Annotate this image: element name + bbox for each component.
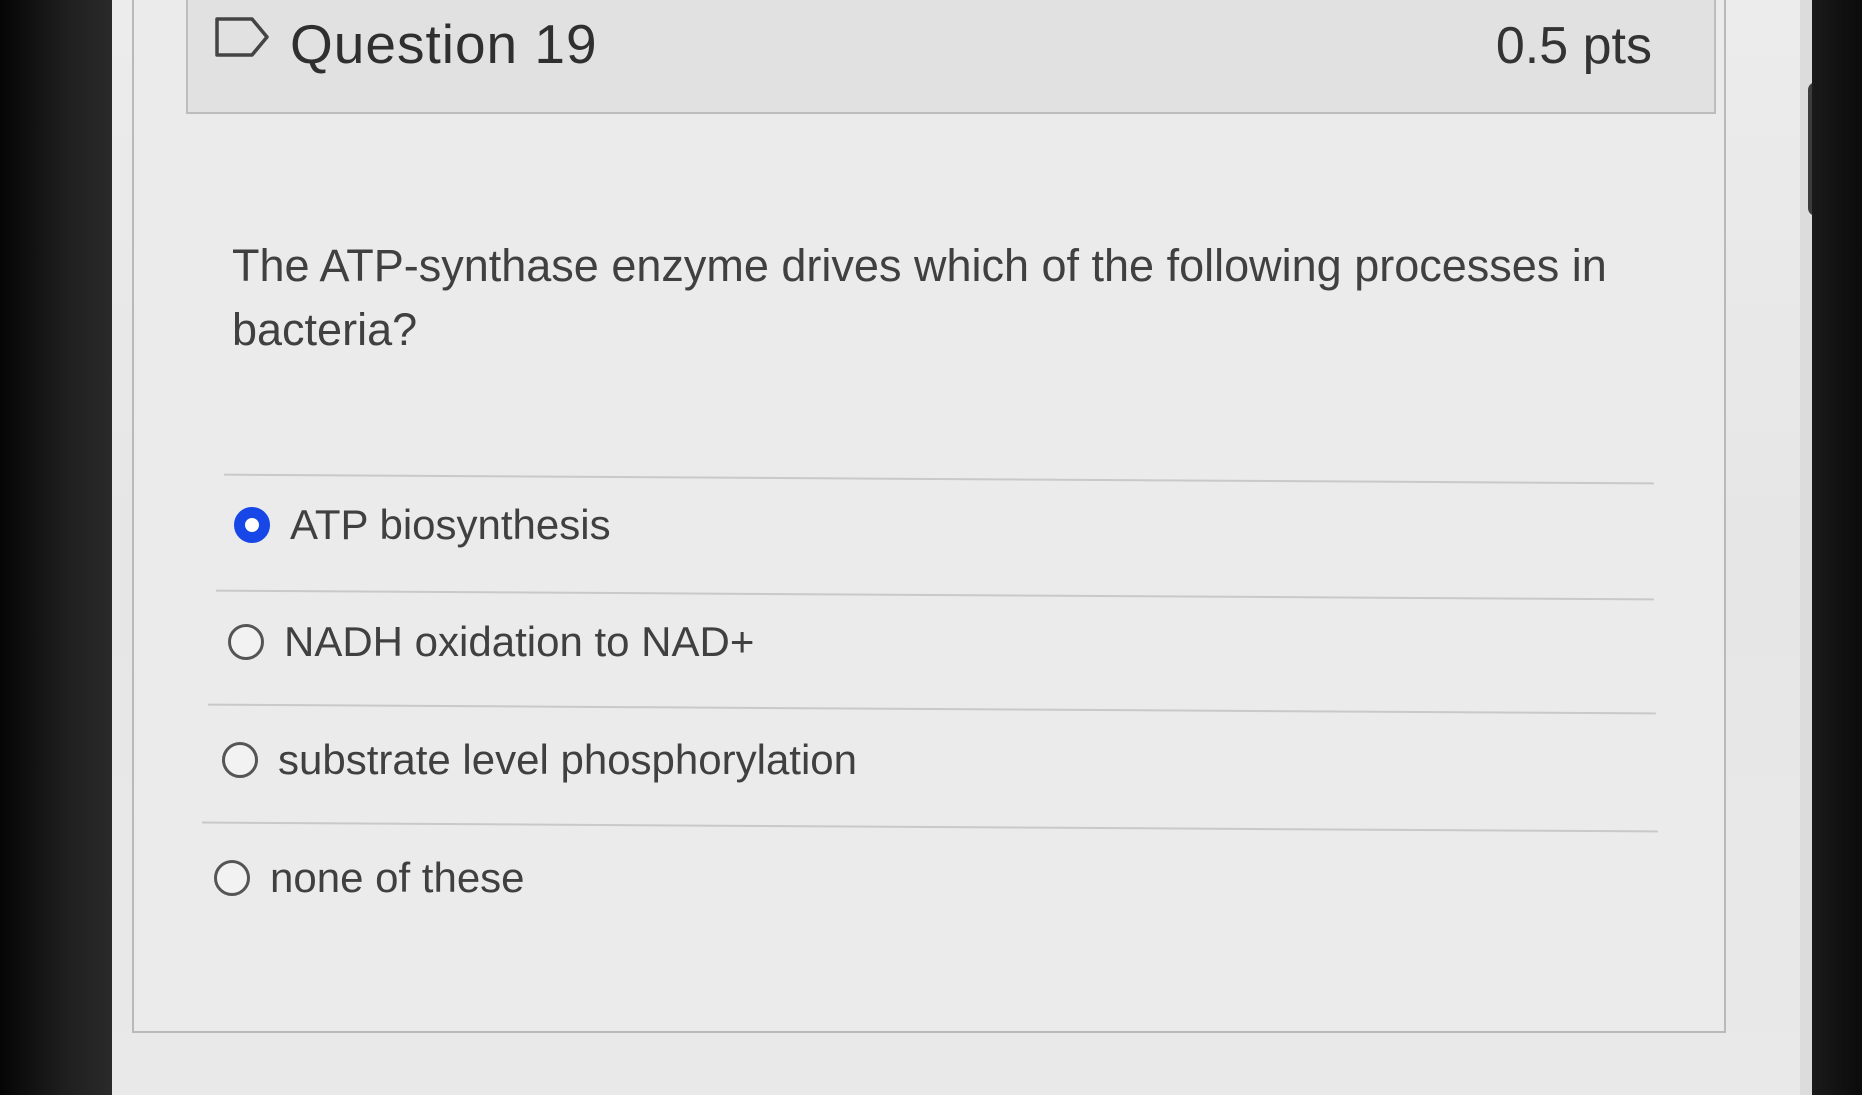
radio-unselected-icon[interactable] [228,624,264,660]
answer-option-substrate-level[interactable]: substrate level phosphorylation [222,730,857,790]
answer-label: none of these [270,854,525,901]
question-header: Question 19 0.5 pts [186,0,1716,114]
question-title: Question 19 [290,13,598,75]
answer-label: substrate level phosphorylation [278,736,858,783]
radio-selected-icon[interactable] [234,507,270,543]
answer-label: NADH oxidation to NAD+ [284,618,755,665]
device-bezel-right [1812,0,1862,1095]
device-bezel-left [0,0,112,1095]
answer-option-none-of-these[interactable]: none of these [214,848,525,908]
answer-option-nadh-oxidation[interactable]: NADH oxidation to NAD+ [228,612,754,672]
question-prompt: The ATP-synthase enzyme drives which of … [232,240,1607,355]
radio-unselected-icon[interactable] [214,860,250,896]
answer-option-atp-biosynthesis[interactable]: ATP biosynthesis [234,495,611,555]
answer-label: ATP biosynthesis [290,501,611,548]
radio-unselected-icon[interactable] [222,742,258,778]
flag-icon[interactable] [214,16,270,58]
question-points: 0.5 pts [1495,17,1652,75]
